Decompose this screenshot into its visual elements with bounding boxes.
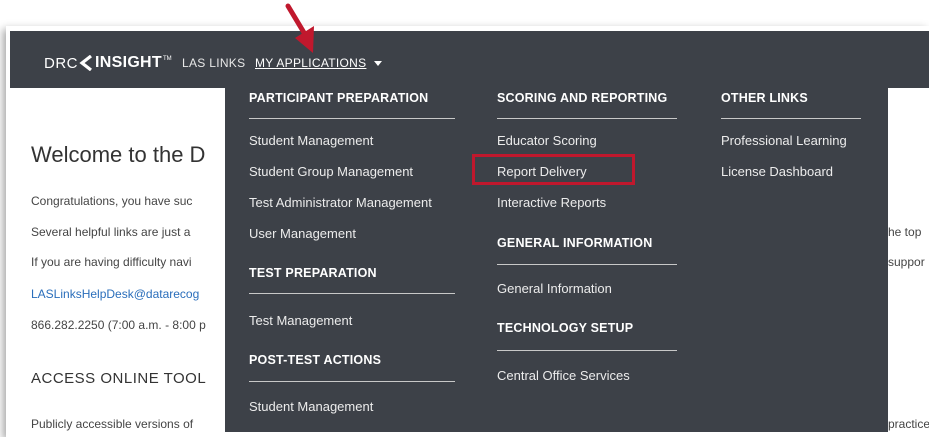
menu-item-user-management[interactable]: User Management (249, 226, 356, 241)
my-applications-dropdown: PARTICIPANT PREPARATION Student Manageme… (225, 88, 888, 432)
text-fragment: he top (888, 225, 922, 239)
menu-heading-general-information: GENERAL INFORMATION (497, 236, 653, 250)
menu-item-central-office-services[interactable]: Central Office Services (497, 368, 630, 383)
divider (721, 118, 861, 119)
menu-item-license-dashboard[interactable]: License Dashboard (721, 164, 833, 179)
text-fragment: suppor (888, 255, 925, 269)
menu-item-test-administrator-management[interactable]: Test Administrator Management (249, 195, 432, 210)
menu-item-student-management[interactable]: Student Management (249, 133, 373, 148)
menu-item-general-information[interactable]: General Information (497, 281, 612, 296)
divider (249, 118, 455, 119)
menu-heading-participant-preparation: PARTICIPANT PREPARATION (249, 91, 429, 105)
divider (497, 118, 677, 119)
menu-item-professional-learning[interactable]: Professional Learning (721, 133, 847, 148)
intro-line: Congratulations, you have suc (31, 194, 193, 208)
menu-item-educator-scoring[interactable]: Educator Scoring (497, 133, 597, 148)
intro-line: Several helpful links are just a (31, 225, 191, 239)
menu-heading-post-test-actions: POST-TEST ACTIONS (249, 353, 382, 367)
helpdesk-phone: 866.282.2250 (7:00 a.m. - 8:00 p (31, 318, 206, 332)
divider (249, 381, 455, 382)
menu-item-student-group-management[interactable]: Student Group Management (249, 164, 413, 179)
menu-item-post-student-management[interactable]: Student Management (249, 399, 373, 414)
nav-product-link[interactable]: LAS LINKS (182, 56, 245, 70)
menu-item-test-management[interactable]: Test Management (249, 313, 352, 328)
text-fragment: practice (888, 417, 929, 431)
menu-heading-scoring-and-reporting: SCORING AND REPORTING (497, 91, 668, 105)
report-delivery-highlight-box (472, 154, 635, 185)
logo-insight-text: INSIGHT (95, 54, 162, 71)
logo-tm: TM (163, 56, 172, 62)
top-navbar: DRC INSIGHT TM LAS LINKS MY APPLICATIONS (10, 31, 929, 88)
red-arrow-icon (285, 3, 314, 53)
menu-heading-other-links: OTHER LINKS (721, 91, 808, 105)
divider (497, 350, 677, 351)
menu-heading-test-preparation: TEST PREPARATION (249, 266, 377, 280)
menu-heading-technology-setup: TECHNOLOGY SETUP (497, 321, 634, 335)
helpdesk-email-link[interactable]: LASLinksHelpDesk@datarecog (31, 287, 199, 301)
drc-insight-logo[interactable]: DRC INSIGHT TM (44, 54, 172, 72)
caret-down-icon[interactable] (374, 61, 382, 66)
intro-line: Publicly accessible versions of (31, 417, 194, 431)
menu-item-interactive-reports[interactable]: Interactive Reports (497, 195, 606, 210)
divider (249, 293, 455, 294)
access-online-tools-heading: ACCESS ONLINE TOOL (31, 370, 207, 387)
logo-drc-text: DRC (44, 54, 78, 72)
logo-chevron-icon (79, 55, 92, 71)
welcome-heading: Welcome to the D (31, 142, 206, 167)
intro-line: If you are having difficulty navi (31, 255, 192, 269)
divider (497, 264, 677, 265)
